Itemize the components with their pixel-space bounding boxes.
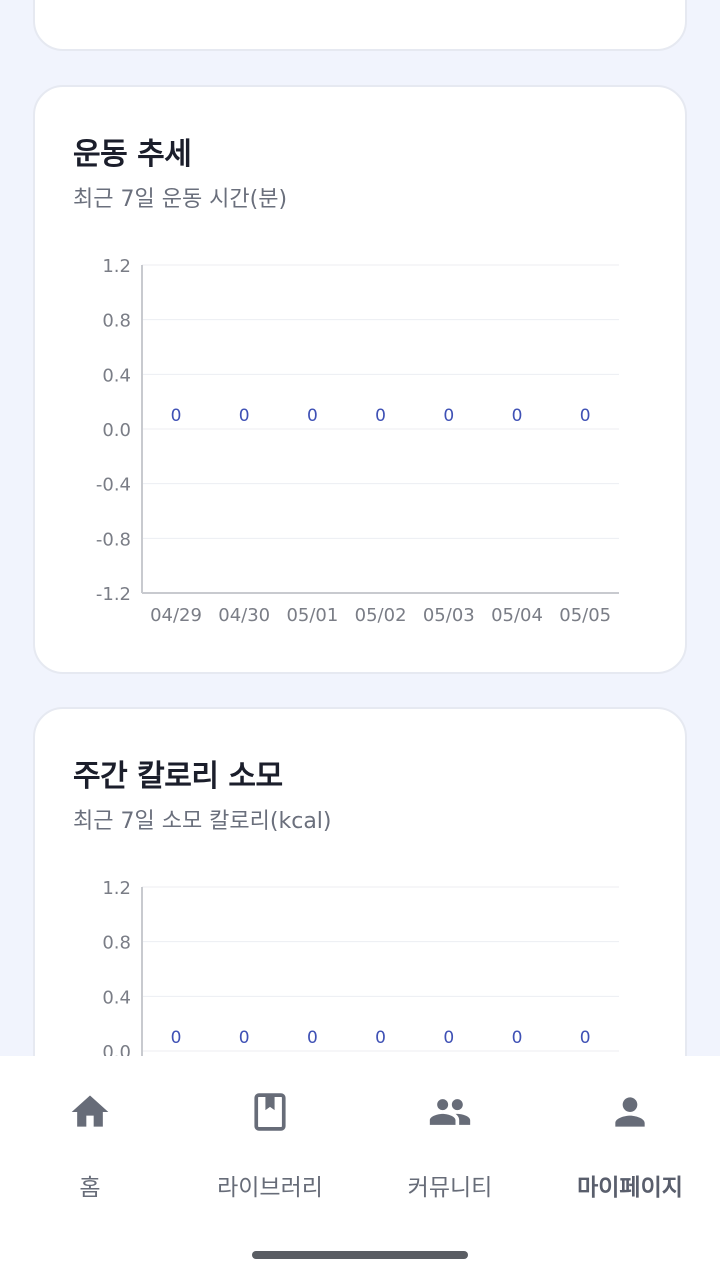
people-icon xyxy=(429,1099,471,1125)
x-tick-label: 05/05 xyxy=(559,605,611,626)
y-tick-label: -0.4 xyxy=(96,475,131,496)
nav-item-library[interactable]: 라이브러리 xyxy=(180,1056,360,1216)
nav-item-mypage[interactable]: 마이페이지 xyxy=(540,1056,720,1216)
x-tick-label: 05/04 xyxy=(491,605,543,626)
bottom-navigation: 홈 라이브러리 커뮤니티 마이페이지 xyxy=(0,1056,720,1280)
data-label: 0 xyxy=(443,406,454,426)
home-indicator[interactable] xyxy=(252,1251,468,1259)
data-label: 0 xyxy=(239,406,250,426)
x-tick-label: 05/01 xyxy=(286,605,338,626)
exercise-trend-card: 운동 추세 최근 7일 운동 시간(분) 1.2 0.8 0.4 0.0 -0.4 -0.… xyxy=(33,85,687,674)
nav-item-community[interactable]: 커뮤니티 xyxy=(360,1056,540,1216)
previous-card xyxy=(33,0,687,51)
data-label: 0 xyxy=(171,1028,182,1048)
y-tick-label: 0.4 xyxy=(102,365,131,386)
data-label: 0 xyxy=(580,406,591,426)
y-tick-label: -0.8 xyxy=(96,529,131,550)
data-label: 0 xyxy=(375,406,386,426)
y-tick-label: 1.2 xyxy=(102,878,131,899)
home-icon xyxy=(71,1095,109,1127)
nav-label: 커뮤니티 xyxy=(407,1175,493,1201)
data-label: 0 xyxy=(307,406,318,426)
y-tick-label: 0.8 xyxy=(102,933,131,954)
data-label: 0 xyxy=(580,1028,591,1048)
nav-item-home[interactable]: 홈 xyxy=(0,1056,180,1216)
y-tick-label: 0.4 xyxy=(102,987,131,1008)
person-icon xyxy=(615,1097,645,1127)
y-tick-label: 1.2 xyxy=(102,256,131,277)
data-label: 0 xyxy=(375,1028,386,1048)
y-tick-label: 0.8 xyxy=(102,311,131,332)
data-label: 0 xyxy=(443,1028,454,1048)
data-label: 0 xyxy=(307,1028,318,1048)
nav-label: 라이브러리 xyxy=(217,1175,323,1201)
nav-label: 홈 xyxy=(79,1175,101,1201)
y-tick-label: -1.2 xyxy=(96,584,131,605)
book-icon xyxy=(254,1093,286,1131)
data-label: 0 xyxy=(512,1028,523,1048)
x-tick-label: 04/30 xyxy=(218,605,270,626)
data-label: 0 xyxy=(239,1028,250,1048)
y-tick-label: 0.0 xyxy=(102,420,131,441)
data-label: 0 xyxy=(171,406,182,426)
nav-label: 마이페이지 xyxy=(577,1175,683,1201)
x-tick-label: 05/03 xyxy=(423,605,475,626)
x-tick-label: 05/02 xyxy=(355,605,407,626)
x-tick-label: 04/29 xyxy=(150,605,202,626)
exercise-trend-chart: 1.2 0.8 0.4 0.0 -0.4 -0.8 -1.2 04/29 04/30 05/01 0… xyxy=(96,256,619,626)
data-label: 0 xyxy=(512,406,523,426)
